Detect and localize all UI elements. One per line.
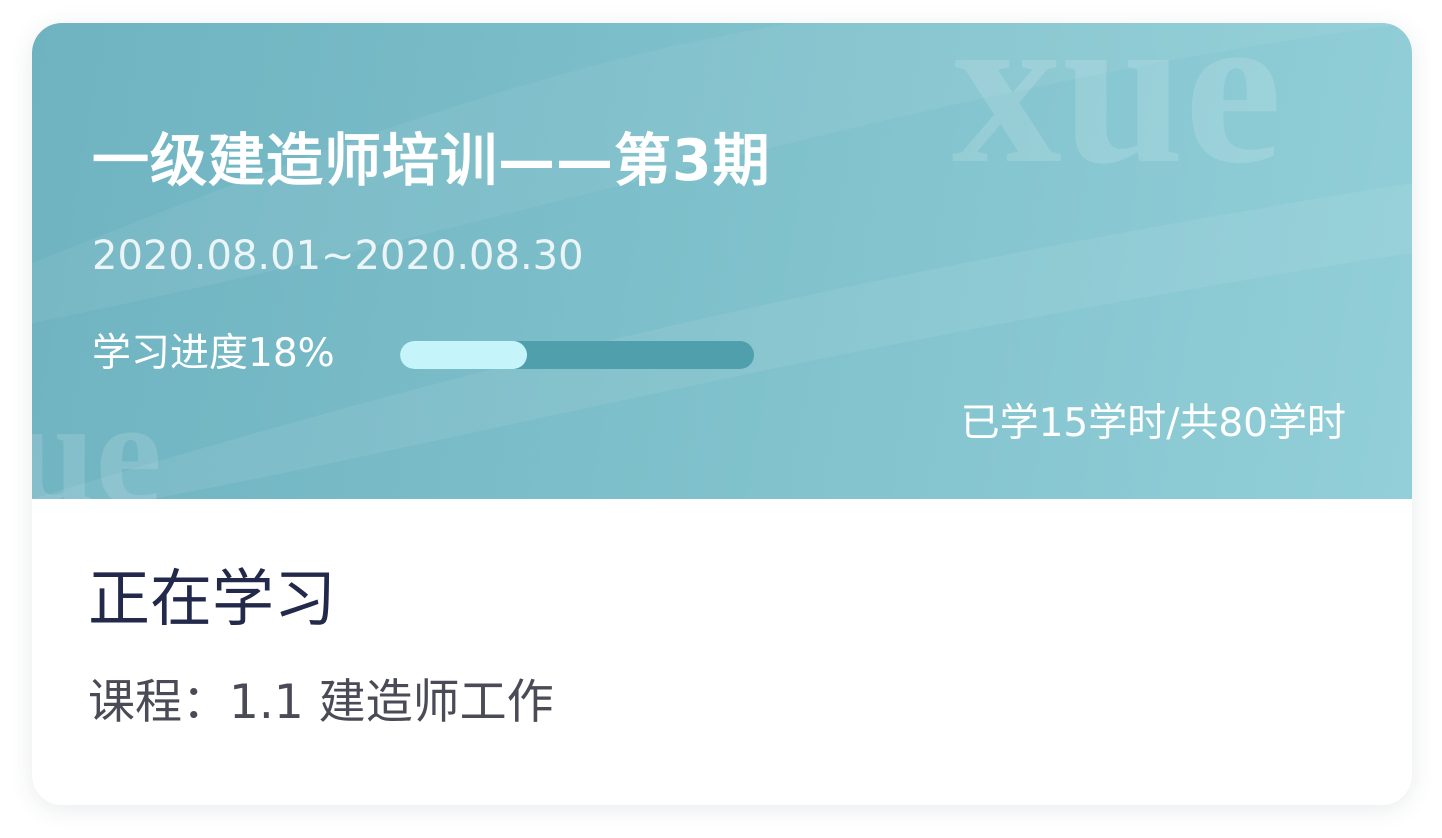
- progress-bar: [400, 341, 754, 369]
- current-lesson[interactable]: 课程：1.1 建造师工作: [88, 673, 554, 733]
- course-dates: 2020.08.01~2020.08.30: [92, 233, 584, 279]
- currently-learning-heading: 正在学习: [88, 562, 337, 635]
- progress-bar-fill: [400, 341, 528, 369]
- course-card[interactable]: xue ue 一级建造师培训——第3期 2020.08.01~2020.08.3…: [32, 23, 1412, 805]
- study-hours: 已学15学时/共80学时: [960, 401, 1346, 446]
- svg-text:ue: ue: [32, 370, 162, 499]
- svg-text:xue: xue: [952, 23, 1282, 209]
- course-title: 一级建造师培训——第3期: [92, 128, 771, 194]
- course-banner: xue ue 一级建造师培训——第3期 2020.08.01~2020.08.3…: [32, 23, 1412, 499]
- progress-label: 学习进度18%: [92, 331, 335, 376]
